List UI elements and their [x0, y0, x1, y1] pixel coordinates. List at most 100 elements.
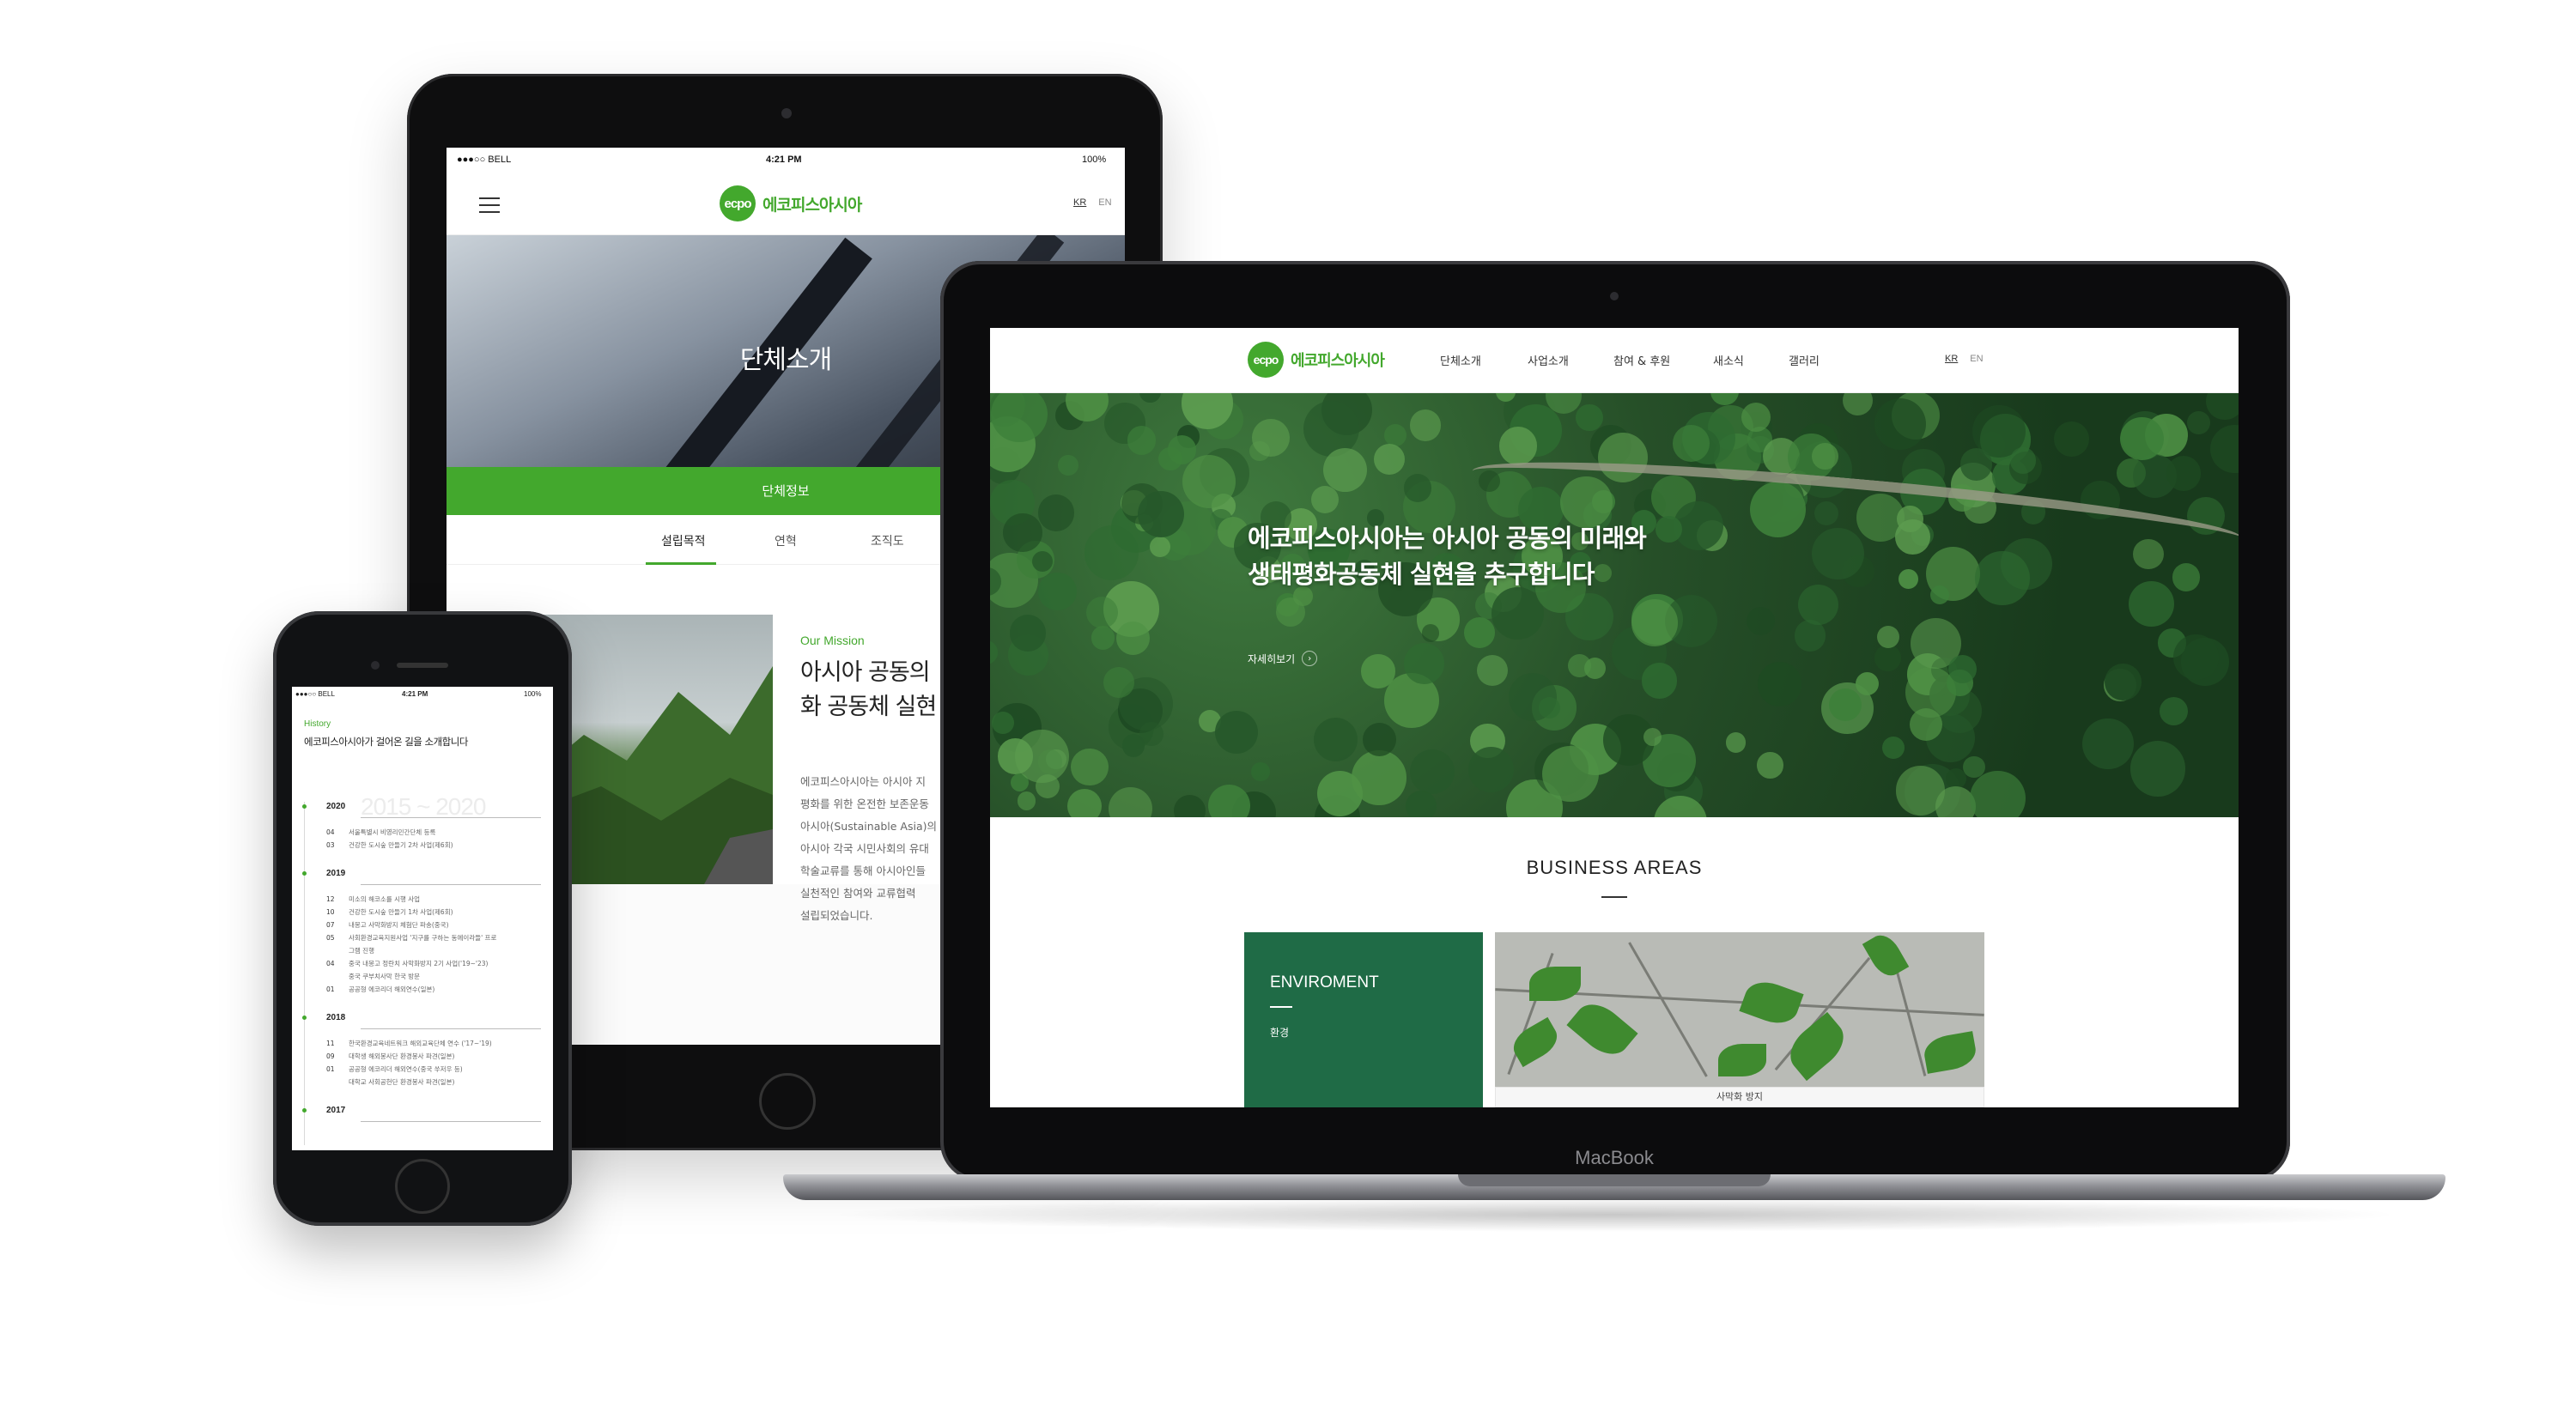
timeline-rule [361, 1028, 541, 1029]
timeline-event: 09 대학생 해외봉사단 환경봉사 파견(일본) [326, 1052, 454, 1061]
status-time: 4:21 PM [402, 690, 428, 698]
tree-canopy [1797, 584, 1838, 625]
tree-canopy [1091, 626, 1115, 650]
timeline-dot [302, 804, 307, 809]
nav-support[interactable]: 참여 & 후원 [1613, 352, 1670, 368]
timeline-event: 01 공공형 에코리더 해외연수(중국 쑤저우 등) [326, 1064, 463, 1074]
iphone-screen: ●●●○○ BELL 4:21 PM 100% History 에코피스아시아가… [292, 687, 553, 1150]
tree-canopy [1352, 750, 1407, 805]
tree-canopy [1975, 550, 2030, 606]
lang-en[interactable]: EN [1098, 197, 1111, 208]
event-month: 11 [326, 1040, 335, 1047]
event-month: 05 [326, 934, 335, 942]
timeline-year: 2020 [326, 802, 346, 811]
tree-canopy [1314, 717, 1358, 762]
tree-canopy [1103, 667, 1134, 699]
tree-canopy [2009, 447, 2037, 474]
tree-canopy [1874, 397, 1927, 451]
tree-canopy [1631, 599, 1678, 646]
tree-canopy [1207, 784, 1251, 817]
event-text: 그램 진행 [349, 947, 374, 955]
nav-news[interactable]: 새소식 [1713, 352, 1744, 368]
mission-body: 에코피스아시아는 아시아 지 평화를 위한 온전한 보존운동 아시아(Susta… [800, 775, 938, 922]
tree-canopy [1812, 527, 1865, 580]
desertification-photo[interactable] [1495, 932, 1984, 1087]
timeline-dot [302, 871, 307, 876]
lang-kr[interactable]: KR [1073, 197, 1086, 208]
tree-canopy [1174, 795, 1206, 817]
tree-canopy [1403, 643, 1444, 684]
tree-canopy [1882, 737, 1905, 760]
nav-business[interactable]: 사업소개 [1528, 352, 1569, 368]
lang-en[interactable]: EN [1970, 354, 1983, 364]
tree-canopy [1812, 443, 1838, 470]
tree-canopy [1477, 654, 1509, 687]
card-title: ENVIROMENT [1270, 973, 1379, 991]
hero-more-link[interactable]: 자세히보기 › [1248, 651, 1318, 666]
tree-canopy [1856, 671, 1880, 695]
tree-canopy [1409, 409, 1442, 441]
tree-canopy [1058, 455, 1079, 476]
tree-canopy [2173, 634, 2219, 680]
tree-canopy [2053, 421, 2089, 458]
iphone-camera [371, 661, 380, 670]
tree-canopy [1710, 393, 1739, 406]
ipad-status-bar: ●●●○○ BELL 4:21 PM 100% [447, 148, 1125, 173]
tree-canopy [2104, 663, 2142, 700]
tree-canopy [1311, 485, 1340, 514]
tree-canopy [1127, 426, 1157, 455]
timeline-event: 04 중국 내몽고 정란치 사막화방지 2기 사업('19~'23) [326, 959, 488, 968]
tree-canopy [2186, 410, 2210, 434]
event-text: 대학교 사회공헌단 환경봉사 파견(일본) [349, 1078, 455, 1086]
tree-canopy [1464, 617, 1495, 649]
event-month: 04 [326, 828, 335, 836]
timeline-rule [361, 817, 541, 818]
tab-history[interactable]: 연혁 [775, 532, 797, 549]
tree-canopy [1017, 791, 1036, 811]
site-logo[interactable]: ecpo 에코피스아시아 [1248, 342, 1385, 378]
tree-canopy [1157, 446, 1182, 471]
tree-canopy [2166, 456, 2201, 491]
event-text: 미소의 해코소를 시행 사업 [349, 895, 421, 903]
event-text: 건강한 도시숲 만들기 1차 사업(제6회) [349, 908, 453, 916]
hero-forest-image: 에코피스아시아는 아시아 공동의 미래와 생태평화공동체 실현을 추구합니다 자… [990, 393, 2239, 817]
tree-canopy [1037, 494, 1075, 531]
event-month: 01 [326, 1065, 335, 1073]
tree-canopy [1275, 597, 1306, 628]
hamburger-menu-icon[interactable] [479, 197, 500, 213]
timeline-year: 2018 [326, 1013, 346, 1022]
ipad-logo[interactable]: ecpo 에코피스아시아 [720, 185, 862, 221]
timeline-line [304, 802, 305, 1145]
event-text: 대학생 해외봉사단 환경봉사 파견(일본) [349, 1052, 455, 1060]
tree-canopy [1874, 645, 1902, 672]
ipad-header: ecpo 에코피스아시아 KR EN [447, 173, 1125, 235]
tree-canopy [1542, 745, 1599, 803]
timeline-dot [302, 1016, 307, 1020]
ipad-camera [781, 108, 792, 118]
nav-gallery[interactable]: 갤러리 [1789, 352, 1820, 368]
tree-canopy [1910, 707, 1943, 741]
tab-purpose[interactable]: 설립목적 [661, 532, 706, 549]
tab-organization[interactable]: 조직도 [871, 532, 904, 549]
lang-kr[interactable]: KR [1945, 354, 1958, 364]
tree-canopy [1842, 393, 1874, 416]
event-text: 한국환경교육네트워크 해외교육단체 연수 ('17~'19) [349, 1040, 492, 1047]
event-month: 10 [326, 908, 335, 916]
photo-caption: 사막화 방지 [1495, 1087, 1984, 1107]
nav-about[interactable]: 단체소개 [1440, 352, 1481, 368]
card-subtitle: 환경 [1270, 1027, 1290, 1039]
status-time: 4:21 PM [766, 155, 802, 165]
environment-card[interactable]: ENVIROMENT 환경 [1244, 932, 1483, 1107]
tree-canopy [1576, 403, 1603, 432]
tree-canopy [1794, 620, 1826, 652]
tree-canopy [1121, 734, 1145, 757]
iphone-home-button [395, 1159, 450, 1214]
tree-canopy [1467, 746, 1514, 793]
tree-canopy [1251, 419, 1290, 457]
tree-canopy [1215, 710, 1259, 754]
tree-canopy [1109, 786, 1152, 817]
tree-canopy [1363, 722, 1397, 756]
tree-canopy [1035, 773, 1060, 799]
tree-canopy [1929, 585, 1950, 604]
tree-canopy [990, 640, 998, 664]
